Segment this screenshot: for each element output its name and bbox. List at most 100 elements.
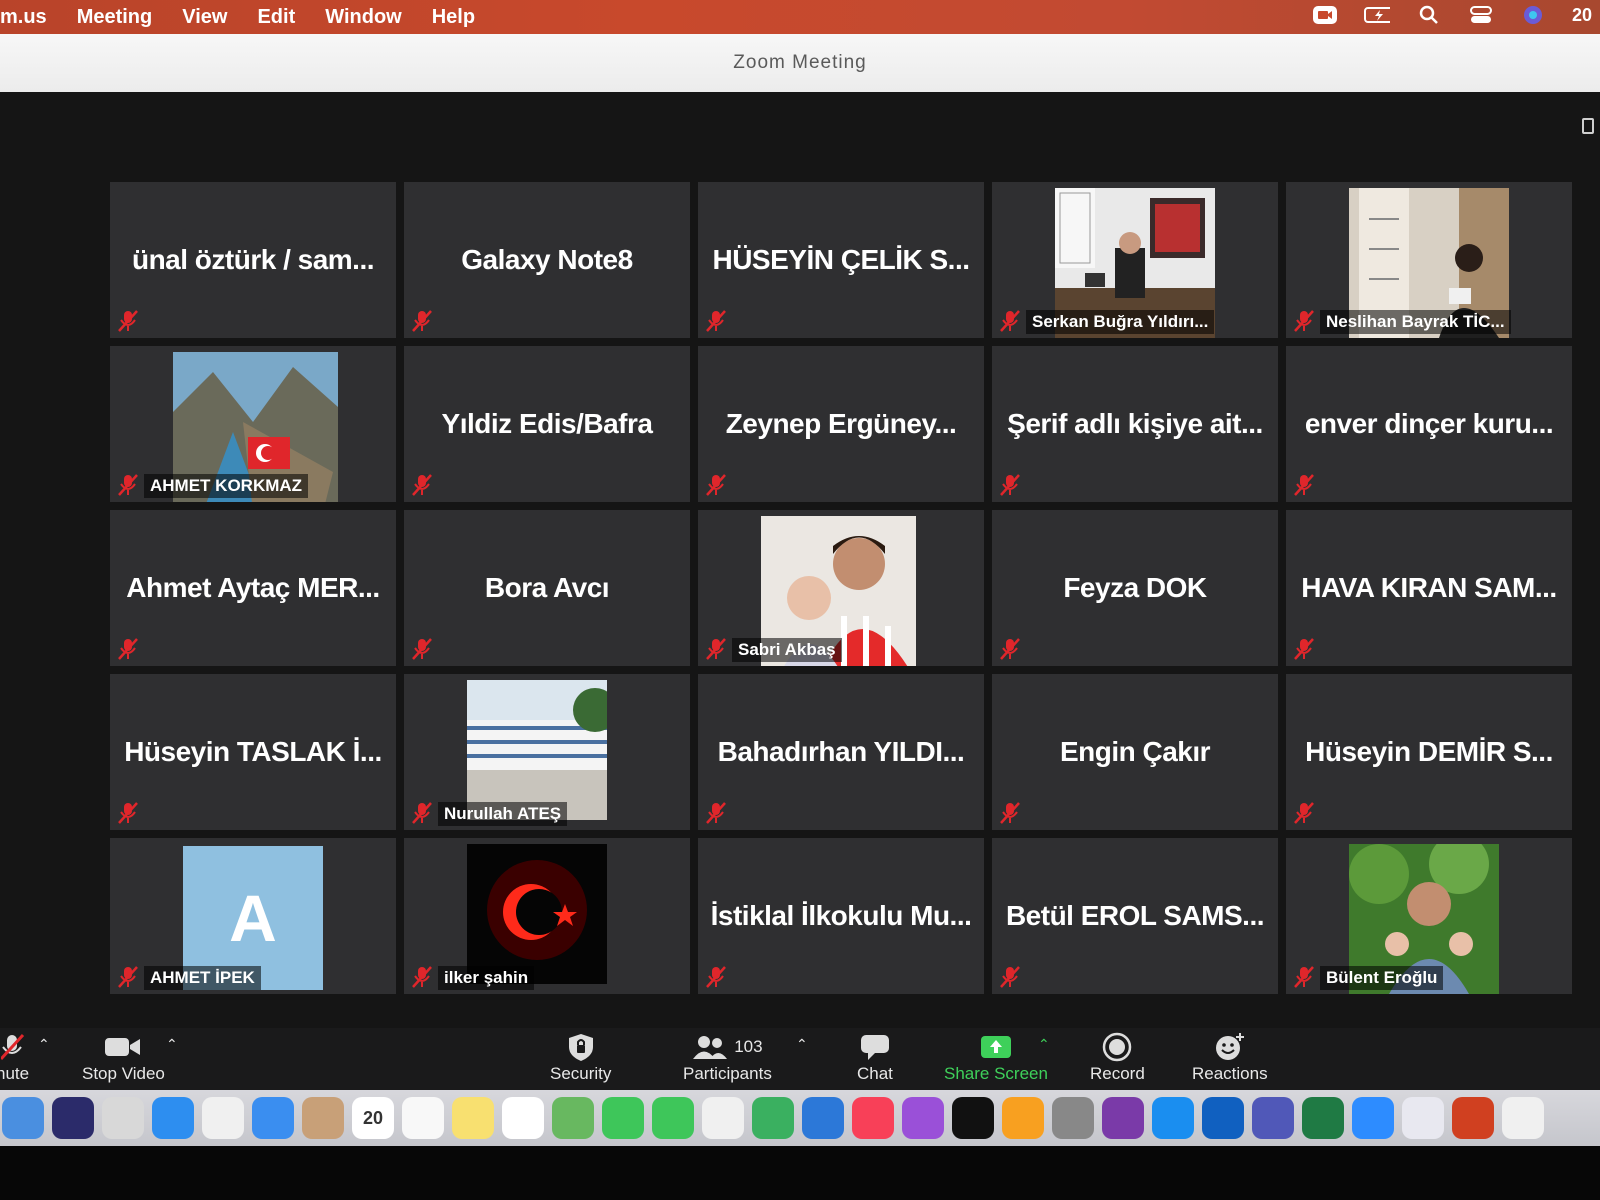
photos-app-icon[interactable] [402, 1097, 444, 1139]
screenshot-app-icon[interactable] [1502, 1097, 1544, 1139]
share-options-chevron-icon[interactable]: ⌃ [1038, 1036, 1050, 1053]
menu-meeting[interactable]: Meeting [77, 6, 153, 29]
participant-tile[interactable]: Ahmet Aytaç MER... [110, 510, 396, 666]
muted-microphone-icon [706, 474, 726, 496]
participant-tile[interactable]: Zeynep Ergüney... [698, 346, 984, 502]
participant-tile[interactable]: Sabri Akbaş [698, 510, 984, 666]
avatar-initial: A [229, 881, 277, 955]
zoom-status-icon[interactable] [1312, 4, 1338, 26]
preview-app-icon[interactable] [1402, 1097, 1444, 1139]
messages-app-icon[interactable] [602, 1097, 644, 1139]
participant-tile[interactable]: enver dinçer kuru... [1286, 346, 1572, 502]
menu-edit[interactable]: Edit [257, 6, 295, 29]
numbers-app-icon[interactable] [752, 1097, 794, 1139]
chat-button[interactable]: Chat [857, 1032, 893, 1084]
muted-microphone-icon [118, 966, 138, 988]
mute-button[interactable]: nute [0, 1032, 29, 1084]
participant-tile[interactable]: Serkan Buğra Yıldırı... [992, 182, 1278, 338]
participant-tile[interactable]: İstiklal İlkokulu Mu... [698, 838, 984, 994]
participants-button[interactable]: 103 Participants [683, 1032, 772, 1084]
participant-tile[interactable]: Betül EROL SAMS... [992, 838, 1278, 994]
chrome-app-icon[interactable] [202, 1097, 244, 1139]
menu-window[interactable]: Window [325, 6, 401, 29]
participant-tile[interactable]: Hüseyin DEMİR S... [1286, 674, 1572, 830]
mute-options-chevron-icon[interactable]: ⌃ [38, 1036, 50, 1053]
finder-app-icon[interactable] [2, 1097, 44, 1139]
launchpad-app-icon[interactable] [102, 1097, 144, 1139]
participant-tile[interactable]: Yıldiz Edis/Bafra [404, 346, 690, 502]
teams-app-icon[interactable] [1252, 1097, 1294, 1139]
muted-microphone-icon [706, 310, 726, 332]
mail-app-icon[interactable] [252, 1097, 294, 1139]
window-title-bar: Zoom Meeting [0, 34, 1600, 92]
participant-tile[interactable]: Neslihan Bayrak TİC... [1286, 182, 1572, 338]
participant-tile[interactable]: ilker şahin [404, 838, 690, 994]
facetime-app-icon[interactable] [652, 1097, 694, 1139]
siri-icon[interactable] [1520, 4, 1546, 26]
menu-help[interactable]: Help [432, 6, 475, 29]
participants-options-chevron-icon[interactable]: ⌃ [796, 1036, 808, 1053]
participant-tile[interactable]: HÜSEYİN ÇELİK S... [698, 182, 984, 338]
participant-tile[interactable]: A AHMET İPEK [110, 838, 396, 994]
menu-app[interactable]: m.us [0, 6, 47, 29]
muted-microphone-icon [118, 638, 138, 660]
participant-tile[interactable]: Engin Çakır [992, 674, 1278, 830]
calendar-app-icon[interactable]: 20 [352, 1097, 394, 1139]
stop-video-button[interactable]: Stop Video [82, 1032, 165, 1084]
participant-tile[interactable]: Hüseyin TASLAK İ... [110, 674, 396, 830]
participant-tile[interactable]: Bülent Eroğlu [1286, 838, 1572, 994]
participant-tile[interactable]: Bahadırhan YILDI... [698, 674, 984, 830]
mute-label: nute [0, 1064, 30, 1083]
participant-tile[interactable]: Galaxy Note8 [404, 182, 690, 338]
participant-name: Betül EROL SAMS... [1005, 900, 1265, 931]
zoom-app-icon[interactable] [1352, 1097, 1394, 1139]
menu-clock[interactable]: 20 [1572, 5, 1592, 26]
video-options-chevron-icon[interactable]: ⌃ [166, 1036, 178, 1053]
control-center-icon[interactable] [1468, 4, 1494, 26]
security-button[interactable]: Security [550, 1032, 611, 1084]
calendar-day: 20 [362, 1107, 384, 1128]
status-icons: 20 [1312, 4, 1592, 26]
podcasts-app-icon[interactable] [902, 1097, 944, 1139]
search-icon[interactable] [1416, 4, 1442, 26]
participant-name: İstiklal İlkokulu Mu... [710, 900, 972, 931]
participant-tile[interactable]: Şerif adlı kişiye ait... [992, 346, 1278, 502]
maps-app-icon[interactable] [552, 1097, 594, 1139]
siri-app-icon[interactable] [52, 1097, 94, 1139]
view-toggle-icon[interactable] [1582, 118, 1594, 134]
battery-icon[interactable] [1363, 4, 1390, 26]
menu-view[interactable]: View [182, 6, 227, 29]
notes-app-icon[interactable] [452, 1097, 494, 1139]
freeform-app-icon[interactable] [702, 1097, 744, 1139]
participant-tile[interactable]: AHMET KORKMAZ [110, 346, 396, 502]
music-app-icon[interactable] [852, 1097, 894, 1139]
participant-tile[interactable]: Bora Avcı [404, 510, 690, 666]
participant-tile[interactable]: Feyza DOK [992, 510, 1278, 666]
participant-name: Bülent Eroğlu [1320, 966, 1444, 990]
record-button[interactable]: Record [1090, 1032, 1145, 1084]
window-title: Zoom Meeting [733, 52, 867, 73]
participant-tile[interactable]: ünal öztürk / sam... [110, 182, 396, 338]
keynote-app-icon[interactable] [802, 1097, 844, 1139]
participant-name: Bahadırhan YILDI... [717, 736, 965, 767]
powerpoint-app-icon[interactable] [1452, 1097, 1494, 1139]
reminders-app-icon[interactable] [502, 1097, 544, 1139]
excel-app-icon[interactable] [1302, 1097, 1344, 1139]
tv-app-icon[interactable] [952, 1097, 994, 1139]
reactions-button[interactable]: Reactions [1192, 1032, 1268, 1084]
system-preferences-app-icon[interactable] [1052, 1097, 1094, 1139]
participant-name: AHMET KORKMAZ [144, 474, 309, 498]
participant-tile[interactable]: Nurullah ATEŞ [404, 674, 690, 830]
participant-name: Hüseyin TASLAK İ... [124, 736, 382, 767]
app-store-app-icon[interactable] [1152, 1097, 1194, 1139]
onenote-app-icon[interactable] [1102, 1097, 1144, 1139]
participant-tile[interactable]: HAVA KIRAN SAM... [1286, 510, 1572, 666]
muted-microphone-icon [118, 474, 138, 496]
security-label: Security [550, 1064, 612, 1083]
contacts-app-icon[interactable] [302, 1097, 344, 1139]
malwarebytes-app-icon[interactable] [1202, 1097, 1244, 1139]
share-screen-button[interactable]: Share Screen [944, 1032, 1048, 1084]
muted-microphone-icon [1294, 966, 1314, 988]
books-app-icon[interactable] [1002, 1097, 1044, 1139]
safari-app-icon[interactable] [152, 1097, 194, 1139]
